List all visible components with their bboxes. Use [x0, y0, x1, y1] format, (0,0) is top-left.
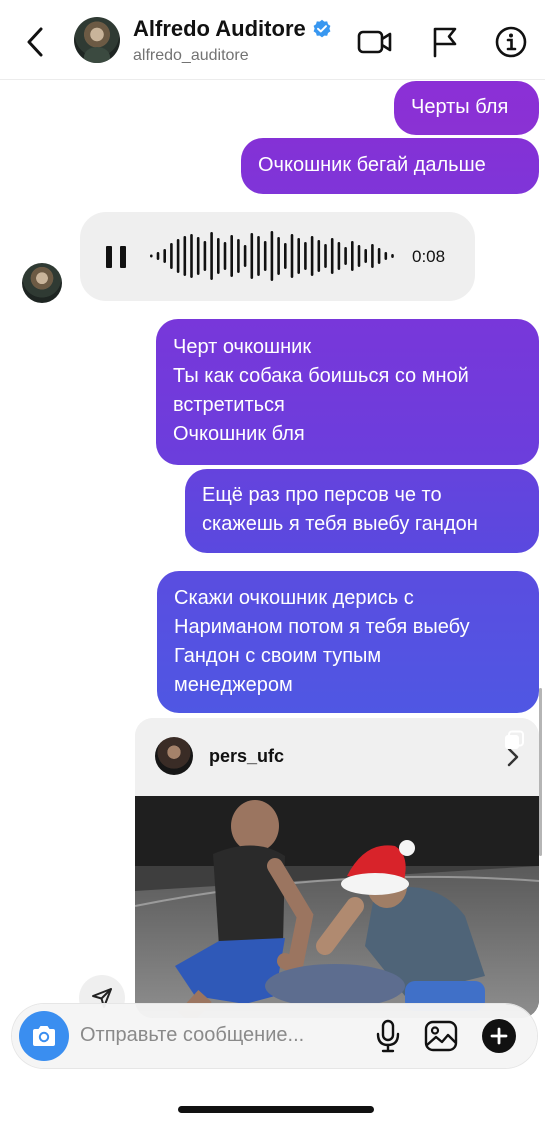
- waveform-bar: [324, 244, 327, 268]
- post-author-avatar: [155, 737, 193, 775]
- gallery-icon: [424, 1020, 458, 1052]
- contact-avatar-small[interactable]: [22, 263, 62, 303]
- waveform-bar: [277, 237, 280, 275]
- waveform-bar: [384, 252, 388, 260]
- sent-message[interactable]: Скажи очкошник дерись с Нариманом потом …: [157, 571, 539, 713]
- waveform-bar: [150, 254, 153, 258]
- gallery-button[interactable]: [423, 1018, 459, 1054]
- message-composer: Отправьте сообщение...: [12, 1004, 537, 1068]
- waveform-bar: [364, 249, 367, 263]
- waveform-bar: [391, 254, 394, 258]
- contact-avatar[interactable]: [74, 17, 120, 63]
- waveform-bar: [243, 245, 247, 267]
- plus-icon: [490, 1027, 508, 1045]
- waveform-bar: [190, 234, 193, 278]
- microphone-icon: [376, 1019, 400, 1053]
- waveform-bar: [351, 241, 354, 271]
- waveform-bar: [317, 240, 321, 272]
- waveform-bar: [290, 234, 294, 278]
- waveform-bar: [330, 238, 334, 274]
- contact-name: Alfredo Auditore: [133, 16, 306, 41]
- voice-duration: 0:08: [412, 247, 446, 266]
- scrollbar[interactable]: [539, 688, 542, 856]
- waveform-bar: [176, 239, 180, 273]
- chat-header: Alfredo Auditore alfredo_auditore: [0, 0, 545, 80]
- sent-message[interactable]: Ещё раз про персов че то скажешь я тебя …: [185, 469, 539, 553]
- waveform-bar: [284, 243, 287, 269]
- waveform-bar: [203, 241, 207, 271]
- waveform-bar: [230, 235, 233, 277]
- message-text: менеджером: [174, 674, 293, 696]
- message-text: Очкошник бегай дальше: [258, 154, 486, 176]
- message-text: Черт очкошник: [173, 336, 312, 358]
- waveform-bar: [170, 243, 173, 269]
- message-text: Очкошник бля: [173, 423, 305, 445]
- waveform-bar: [250, 233, 254, 279]
- waveform-bar: [237, 239, 240, 273]
- message-text: Ты как собака боишься со мной: [173, 365, 469, 387]
- waveform-bar: [163, 249, 166, 263]
- waveform-bar: [310, 236, 314, 276]
- waveform-bar: [371, 244, 374, 268]
- waveform-bar: [337, 242, 341, 270]
- message-input[interactable]: Отправьте сообщение...: [80, 1024, 304, 1047]
- pause-icon: [106, 246, 112, 268]
- waveform-bar: [196, 237, 200, 275]
- back-chevron-icon: [27, 27, 43, 57]
- verified-badge-icon: [313, 19, 331, 38]
- shared-post-header[interactable]: pers_ufc: [135, 718, 539, 796]
- voice-record-button[interactable]: [370, 1018, 406, 1054]
- shared-post[interactable]: pers_ufc: [135, 718, 539, 1018]
- sent-message[interactable]: Черт очкошник Ты как собака боишься со м…: [156, 319, 539, 465]
- back-button[interactable]: [18, 22, 52, 62]
- camera-icon: [33, 1026, 55, 1046]
- sent-message[interactable]: Очкошник бегай дальше: [241, 138, 539, 194]
- contact-username: alfredo_auditore: [133, 47, 249, 64]
- pause-button[interactable]: [106, 246, 126, 268]
- waveform-bar: [217, 238, 220, 274]
- info-icon: [495, 26, 527, 58]
- message-text: Черты бля: [411, 96, 509, 118]
- message-text: Нариманом потом я тебя выебу: [174, 616, 470, 638]
- pause-icon-bar: [120, 246, 126, 268]
- waveform-bar: [156, 252, 160, 260]
- video-call-icon: [357, 30, 392, 54]
- waveform-bar: [270, 231, 274, 281]
- message-text: встретиться: [173, 394, 285, 416]
- flag-icon: [433, 27, 457, 58]
- message-text: скажешь я тебя выебу гандон: [202, 513, 478, 535]
- sent-message[interactable]: Черты бля: [394, 81, 539, 135]
- waveform-bar: [344, 247, 347, 265]
- home-indicator: [178, 1106, 374, 1113]
- voice-message[interactable]: 0:08: [80, 212, 475, 301]
- waveform-bar: [357, 245, 361, 267]
- waveform-bar: [377, 248, 381, 264]
- info-button[interactable]: [491, 22, 531, 62]
- contact-name-row[interactable]: Alfredo Auditore: [133, 16, 332, 42]
- plus-button[interactable]: [482, 1019, 516, 1053]
- waveform-bar: [297, 238, 300, 274]
- message-text: Ещё раз про персов че то: [202, 484, 442, 506]
- video-call-button[interactable]: [355, 22, 395, 62]
- waveform-bar: [210, 232, 213, 280]
- message-text: Гандон с своим тупым: [174, 645, 382, 667]
- waveform-bar: [263, 241, 267, 271]
- waveform-bar: [257, 236, 260, 276]
- waveform-bar: [223, 242, 227, 270]
- waveform-bar: [304, 242, 307, 270]
- carousel-icon: [505, 730, 524, 749]
- post-author-username: pers_ufc: [209, 746, 285, 766]
- message-text: Скажи очкошник дерись с: [174, 587, 414, 609]
- shared-post-image[interactable]: [135, 796, 539, 1018]
- camera-button[interactable]: [19, 1011, 69, 1061]
- report-flag-button[interactable]: [425, 22, 465, 62]
- waveform-bar: [183, 236, 187, 276]
